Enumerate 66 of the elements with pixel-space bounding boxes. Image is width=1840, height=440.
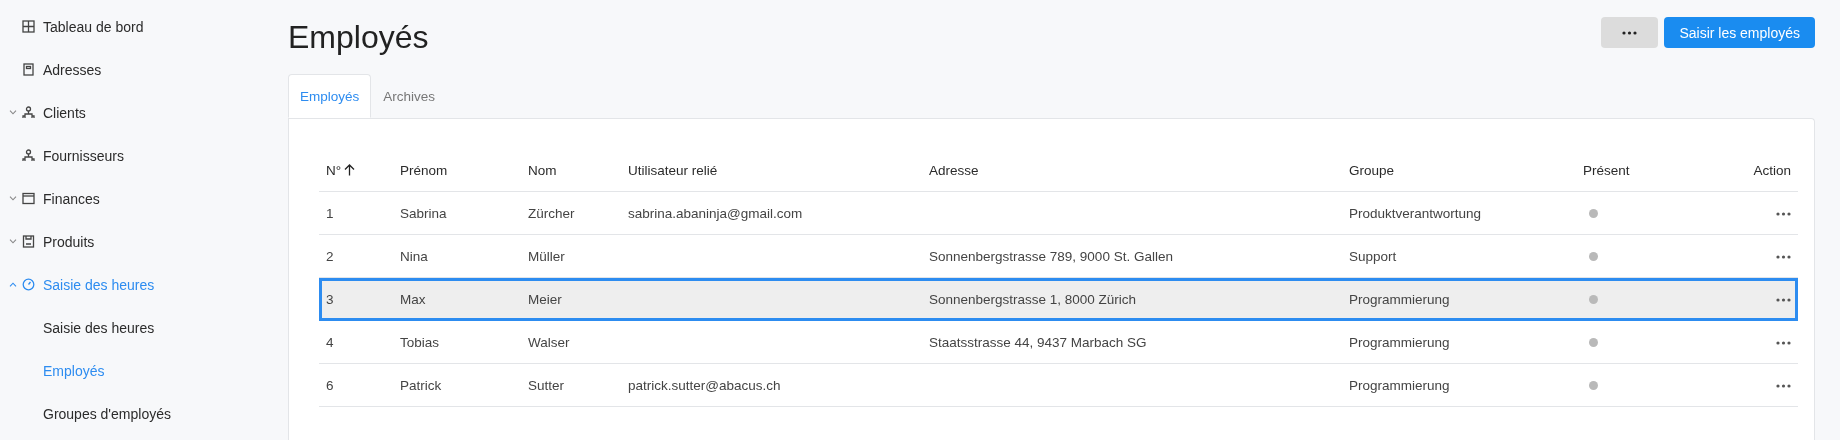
table-cell: Programmierung [1342,320,1576,364]
people-icon [22,106,35,119]
column-header[interactable]: Action [1753,162,1791,178]
tab[interactable]: Employés [288,74,372,118]
table-cell: Sonnenbergstrasse 789, 9000 St. Gallen [922,234,1342,278]
table-cell: Staatsstrasse 44, 9437 Marbach SG [922,320,1342,364]
more-icon[interactable] [1776,383,1791,388]
more-icon[interactable] [1776,340,1791,345]
sidebar-item[interactable]: Adresses [43,61,102,78]
table-row[interactable]: 2 Nina Müller Sonnenbergstrasse 789, 9000 St. Gallen Support [319,234,1798,278]
chevron-down-icon[interactable] [9,196,17,201]
table-cell: Sabrina [393,191,521,235]
more-icon[interactable] [1622,30,1638,35]
table-cell: 6 [319,363,393,407]
sidebar-subitem[interactable]: Groupes d'employés [43,405,171,422]
notebook-icon [22,63,35,76]
table-cell: Nina [393,234,521,278]
table-cell: Support [1342,234,1576,278]
table-row[interactable]: 1 Sabrina Zürcher sabrina.abaninja@gmail.com Produktverantwortung [319,191,1798,235]
table-cell: Tobias [393,320,521,364]
table-cell: 4 [319,320,393,364]
sidebar-item[interactable]: Produits [43,233,95,250]
more-icon[interactable] [1776,297,1791,302]
more-icon[interactable] [1776,254,1791,259]
grid-icon [22,20,35,33]
table-cell: Walser [521,320,621,364]
column-header[interactable]: N° [326,162,342,178]
more-icon[interactable] [1776,211,1791,216]
sidebar-item[interactable]: Finances [43,190,100,207]
timer-icon [22,278,35,291]
column-header[interactable]: Utilisateur relié [628,162,718,178]
table-cell: 2 [319,234,393,278]
table-cell: 3 [319,277,393,321]
sidebar-item[interactable]: Fournisseurs [43,147,124,164]
sidebar-subitem[interactable]: Saisie des heures [43,319,155,336]
column-header[interactable]: Adresse [929,162,979,178]
table-row[interactable]: 6 Patrick Sutter patrick.sutter@abacus.ch Programmierung [319,363,1798,407]
table-cell: patrick.sutter@abacus.ch [621,363,922,407]
table-cell: Programmierung [1342,277,1576,321]
chevron-up-icon[interactable] [9,282,17,287]
table-cell: Sutter [521,363,621,407]
table-cell: Meier [521,277,621,321]
tab[interactable]: Archives [371,74,448,118]
sidebar-item[interactable]: Tableau de bord [43,18,144,35]
table-cell: sabrina.abaninja@gmail.com [621,191,922,235]
page-title: Employés [288,18,429,56]
table-cell: Max [393,277,521,321]
table-cell: Sonnenbergstrasse 1, 8000 Zürich [922,277,1342,321]
table-cell: Produktverantwortung [1342,191,1576,235]
window-icon [22,192,35,205]
table-cell: Müller [521,234,621,278]
column-header[interactable]: Présent [1583,162,1630,178]
table-cell: Programmierung [1342,363,1576,407]
column-header[interactable]: Nom [528,162,557,178]
table-cell: Patrick [393,363,521,407]
table-row[interactable]: 4 Tobias Walser Staatsstrasse 44, 9437 Marbach SG Programmierung [319,320,1798,364]
table-cell: 1 [319,191,393,235]
floppy-icon [22,235,35,248]
people-icon [22,149,35,162]
arrow-up-icon[interactable] [344,164,356,176]
sidebar-item[interactable]: Clients [43,104,86,121]
chevron-down-icon[interactable] [9,239,17,244]
column-header[interactable]: Prénom [400,162,448,178]
chevron-down-icon[interactable] [9,110,17,115]
table-cell: Zürcher [521,191,621,235]
column-header[interactable]: Groupe [1349,162,1395,178]
